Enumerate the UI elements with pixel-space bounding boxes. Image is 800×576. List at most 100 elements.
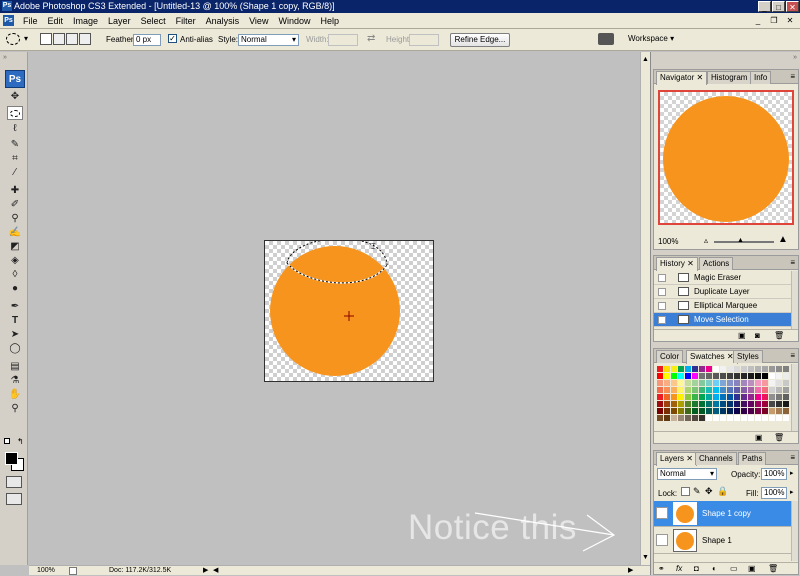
- history-brush-source-checkbox[interactable]: [658, 316, 666, 324]
- elliptical-marquee-preset-icon[interactable]: [6, 33, 20, 45]
- color-swatch[interactable]: [734, 401, 741, 408]
- new-layer-icon[interactable]: ▣: [748, 563, 756, 574]
- color-swatch[interactable]: [664, 408, 671, 415]
- color-swatch[interactable]: [706, 401, 713, 408]
- color-swatch[interactable]: [713, 366, 720, 373]
- color-swatch[interactable]: [762, 380, 769, 387]
- delete-state-icon[interactable]: 🗑: [774, 330, 784, 341]
- color-swatch[interactable]: [734, 394, 741, 401]
- color-swatch[interactable]: [692, 394, 699, 401]
- menu-file[interactable]: File: [18, 13, 43, 29]
- color-swatch[interactable]: [769, 380, 776, 387]
- zoom-tool-icon[interactable]: ⚲: [7, 402, 23, 416]
- color-swatch[interactable]: [741, 380, 748, 387]
- color-swatch[interactable]: [769, 373, 776, 380]
- close-tab-icon[interactable]: ✕: [686, 454, 693, 463]
- color-swatch[interactable]: [776, 373, 783, 380]
- color-swatch[interactable]: [734, 415, 741, 422]
- color-swatch[interactable]: [713, 401, 720, 408]
- color-swatch[interactable]: [699, 387, 706, 394]
- tab-actions[interactable]: Actions: [699, 257, 734, 270]
- color-swatch[interactable]: [762, 387, 769, 394]
- layer-visibility-eye-icon[interactable]: 👁: [656, 507, 668, 519]
- color-swatch[interactable]: [685, 366, 692, 373]
- screen-mode-icon[interactable]: [6, 493, 22, 505]
- height-input[interactable]: [409, 34, 439, 46]
- zoom-in-icon[interactable]: ▲: [778, 234, 788, 245]
- color-swatch[interactable]: [671, 380, 678, 387]
- foreground-color-swatch[interactable]: [5, 452, 18, 465]
- ellipse-shape-tool-icon[interactable]: ◯: [7, 342, 23, 356]
- doc-close-button[interactable]: ✕: [784, 15, 796, 26]
- color-swatch[interactable]: [741, 401, 748, 408]
- doc-restore-button[interactable]: ❐: [768, 15, 780, 26]
- crop-tool-icon[interactable]: ⌗: [7, 152, 23, 166]
- color-swatch[interactable]: [783, 408, 790, 415]
- color-swatch[interactable]: [748, 408, 755, 415]
- color-swatch[interactable]: [699, 394, 706, 401]
- color-swatch[interactable]: [664, 366, 671, 373]
- history-brush-source-checkbox[interactable]: [658, 288, 666, 296]
- history-brush-source-checkbox[interactable]: [658, 274, 666, 282]
- color-swatch[interactable]: [720, 380, 727, 387]
- color-swatch[interactable]: [692, 387, 699, 394]
- color-swatch[interactable]: [678, 366, 685, 373]
- menu-edit[interactable]: Edit: [43, 13, 69, 29]
- color-swatch[interactable]: [692, 415, 699, 422]
- color-swatch[interactable]: [769, 415, 776, 422]
- color-swatch[interactable]: [727, 387, 734, 394]
- quick-mask-icon[interactable]: [6, 476, 22, 488]
- color-swatch[interactable]: [748, 380, 755, 387]
- history-item[interactable]: Elliptical Marquee: [654, 299, 794, 313]
- color-swatch[interactable]: [671, 394, 678, 401]
- color-swatch[interactable]: [699, 366, 706, 373]
- color-swatch[interactable]: [685, 415, 692, 422]
- color-swatch[interactable]: [748, 415, 755, 422]
- antialias-checkbox[interactable]: ✓: [168, 34, 177, 43]
- color-swatch[interactable]: [783, 366, 790, 373]
- tab-channels[interactable]: Channels: [695, 452, 737, 465]
- color-swatch[interactable]: [755, 366, 762, 373]
- quick-selection-tool-icon[interactable]: ✎: [7, 138, 23, 152]
- canvas-workspace[interactable]: ⌶ Notice this: [29, 52, 640, 565]
- color-swatch[interactable]: [685, 373, 692, 380]
- color-swatch[interactable]: [657, 415, 664, 422]
- color-swatch[interactable]: [671, 408, 678, 415]
- style-select[interactable]: Normal ▾: [238, 34, 299, 46]
- color-swatch[interactable]: [657, 408, 664, 415]
- status-preview-icon[interactable]: [69, 567, 77, 575]
- color-swatch[interactable]: [657, 387, 664, 394]
- color-swatch[interactable]: [692, 380, 699, 387]
- tab-layers[interactable]: Layers ✕: [656, 452, 697, 466]
- color-swatch[interactable]: [741, 394, 748, 401]
- opacity-arrow-icon[interactable]: ▸: [790, 469, 794, 477]
- intersect-selection-icon[interactable]: [79, 33, 91, 45]
- history-brush-source-checkbox[interactable]: [658, 302, 666, 310]
- color-swatch[interactable]: [699, 415, 706, 422]
- fill-input[interactable]: 100%: [761, 487, 787, 499]
- navigator-zoom-value[interactable]: 100%: [658, 237, 678, 246]
- new-selection-icon[interactable]: [40, 33, 52, 45]
- color-swatch[interactable]: [699, 380, 706, 387]
- eyedropper-tool-icon[interactable]: ⚗: [7, 374, 23, 388]
- scroll-down-icon[interactable]: ▼: [642, 554, 649, 561]
- menu-image[interactable]: Image: [68, 13, 103, 29]
- color-swatch[interactable]: [734, 366, 741, 373]
- menu-layer[interactable]: Layer: [103, 13, 136, 29]
- color-swatch[interactable]: [783, 373, 790, 380]
- menu-view[interactable]: View: [244, 13, 273, 29]
- workspace-menu[interactable]: Workspace ▾: [628, 34, 674, 43]
- pen-tool-icon[interactable]: ✒: [7, 300, 23, 314]
- photoshop-menu-icon[interactable]: Ps: [3, 15, 14, 26]
- color-swatch[interactable]: [685, 394, 692, 401]
- color-swatch[interactable]: [762, 415, 769, 422]
- add-to-selection-icon[interactable]: [53, 33, 65, 45]
- refine-edge-button[interactable]: Refine Edge...: [450, 33, 510, 47]
- color-swatch[interactable]: [699, 373, 706, 380]
- menu-select[interactable]: Select: [136, 13, 171, 29]
- history-item[interactable]: Duplicate Layer: [654, 285, 794, 299]
- color-swatch[interactable]: [713, 373, 720, 380]
- color-swatch[interactable]: [664, 415, 671, 422]
- color-swatch[interactable]: [664, 394, 671, 401]
- swatches-scrollbar[interactable]: [791, 364, 798, 431]
